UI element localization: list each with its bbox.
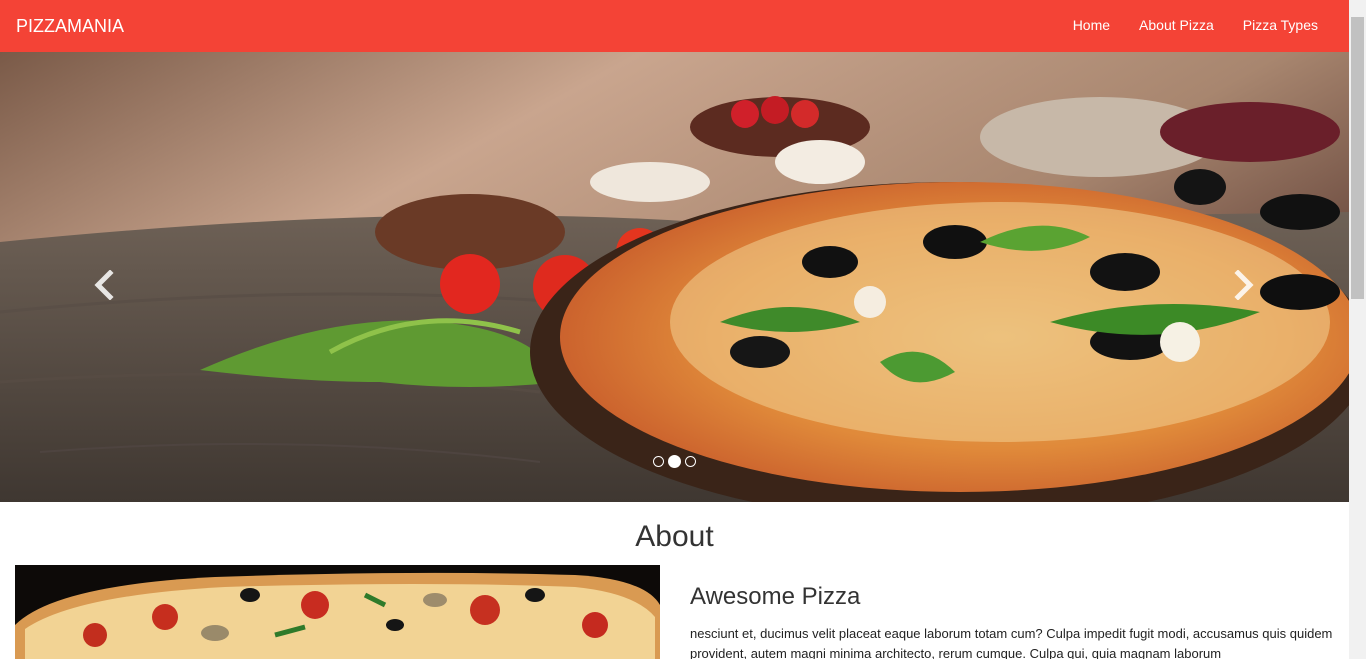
nav-links: Home About Pizza Pizza Types: [1073, 17, 1318, 33]
hero-pizza-image: [0, 52, 1349, 502]
carousel-indicator-2[interactable]: [668, 455, 681, 468]
carousel-next-button[interactable]: [1226, 267, 1262, 303]
brand-logo[interactable]: PIZZAMANIA: [16, 16, 124, 37]
carousel-indicator-1[interactable]: [653, 456, 664, 467]
nav-link-home[interactable]: Home: [1073, 17, 1110, 33]
nav-link-pizza-types[interactable]: Pizza Types: [1243, 17, 1318, 33]
chevron-left-icon: [94, 270, 114, 300]
carousel-prev-button[interactable]: [86, 267, 122, 303]
carousel-indicator-3[interactable]: [685, 456, 696, 467]
hero-carousel: [0, 52, 1349, 502]
chevron-right-icon: [1234, 270, 1254, 300]
about-pizza-image: [15, 565, 660, 659]
about-subtitle: Awesome Pizza: [690, 583, 861, 610]
carousel-indicators: [653, 455, 696, 468]
scrollbar-thumb[interactable]: [1351, 17, 1364, 299]
nav-link-about-pizza[interactable]: About Pizza: [1139, 17, 1214, 33]
about-section-title: About: [635, 520, 714, 553]
page-scrollbar[interactable]: [1349, 0, 1366, 659]
about-paragraph: nesciunt et, ducimus velit placeat eaque…: [690, 626, 1333, 659]
top-navbar: PIZZAMANIA Home About Pizza Pizza Types: [0, 0, 1349, 52]
about-text-block: Awesome Pizza nesciunt et, ducimus velit…: [690, 583, 1335, 659]
